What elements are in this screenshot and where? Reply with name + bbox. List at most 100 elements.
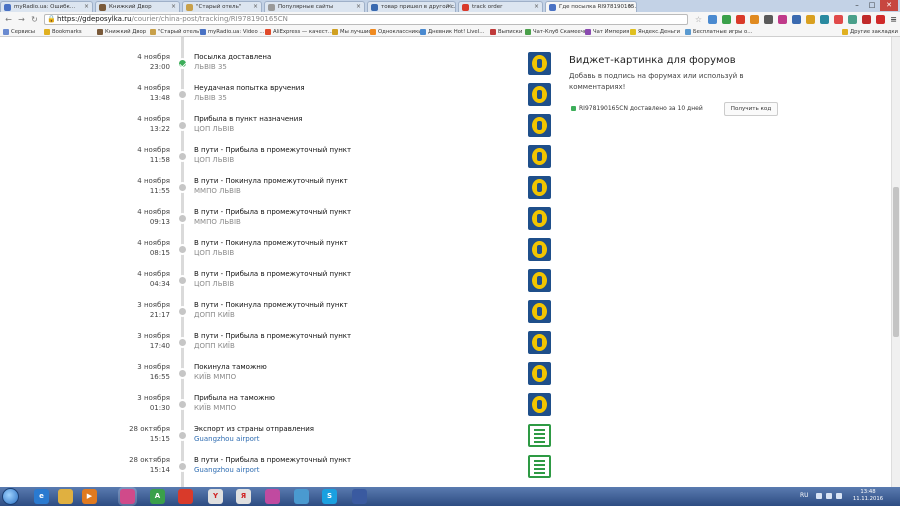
extension-icon[interactable] [736, 15, 745, 24]
volume-icon[interactable] [836, 493, 842, 499]
bookmark-item[interactable]: AliExpress — качест... [265, 27, 333, 37]
bookmark-item[interactable]: Bookmarks [44, 27, 82, 37]
ukrposhta-logo-icon [528, 238, 551, 261]
extension-icon[interactable] [848, 15, 857, 24]
app-icon[interactable] [352, 489, 367, 504]
app-icon[interactable] [294, 489, 309, 504]
network-icon[interactable] [826, 493, 832, 499]
tab-close-icon[interactable]: × [534, 2, 539, 12]
event-location[interactable]: Guangzhou airport [194, 465, 514, 475]
extension-icon[interactable] [708, 15, 717, 24]
bookmark-favicon-icon [3, 29, 9, 35]
forward-icon[interactable]: → [16, 14, 27, 25]
window-close-button[interactable]: ✕ [880, 0, 898, 11]
bookmarks-bar: Сервисы Bookmarks Книжкий Двор "Старый отел… [0, 27, 900, 37]
event-datetime: 4 ноября 13:22 [137, 114, 170, 134]
event-datetime: 4 ноября 04:34 [137, 269, 170, 289]
taskbar-clock[interactable]: 13:48 11.11.2016 [848, 489, 888, 503]
bookmark-item[interactable]: Бесплатные игры о... [685, 27, 752, 37]
extension-icon[interactable] [792, 15, 801, 24]
extension-icon[interactable] [820, 15, 829, 24]
bookmark-item[interactable]: Выписки [490, 27, 522, 37]
tray-icon[interactable] [816, 493, 822, 499]
bookmark-item[interactable]: Чат-Клуб Скамеечка [525, 27, 590, 37]
bookmark-item[interactable]: Сервисы [3, 27, 35, 37]
menu-icon[interactable]: ≡ [889, 15, 898, 24]
start-button[interactable] [2, 488, 19, 505]
tab-close-icon[interactable]: × [356, 2, 361, 12]
bookmark-item[interactable]: Одноклассники [370, 27, 422, 37]
event-details: Неудачная попытка вручения ЛЬВІВ 35 [194, 83, 514, 103]
internet-explorer-icon[interactable]: e [34, 489, 49, 504]
yandex-icon[interactable]: Я [236, 489, 251, 504]
browser-tab[interactable]: товар пришел в другой с... × [367, 1, 456, 12]
event-status: В пути - Прибыла в промежуточный пункт [194, 332, 352, 340]
browser-tab[interactable]: Популярные сайты × [264, 1, 365, 12]
bookmark-label: Чат-Клуб Скамеечка [533, 29, 591, 35]
browser-tab[interactable]: track order × [458, 1, 543, 12]
event-location[interactable]: Guangzhou airport [194, 434, 514, 444]
chrome-icon[interactable] [178, 489, 193, 504]
app-icon[interactable]: A [150, 489, 165, 504]
reload-icon[interactable]: ↻ [29, 14, 40, 25]
window-minimize-button[interactable]: – [850, 0, 864, 11]
yandex-browser-icon[interactable]: Y [208, 489, 223, 504]
bookmark-item[interactable]: "Старый отель" [150, 27, 202, 37]
badge-status-icon [571, 106, 576, 111]
event-location: ММПО ЛЬВІВ [194, 187, 241, 195]
media-player-icon[interactable]: ▶ [82, 489, 97, 504]
page-scrollbar[interactable] [891, 37, 900, 487]
tab-close-icon[interactable]: × [447, 2, 452, 12]
extension-icon[interactable] [862, 15, 871, 24]
bookmark-favicon-icon [842, 29, 848, 35]
browser-tab[interactable]: "Старый отель" × [182, 1, 262, 12]
skype-icon[interactable]: S [322, 489, 337, 504]
tracking-event: 4 ноября 13:48 Неудачная попытка вручения Л… [0, 83, 560, 114]
language-indicator[interactable]: RU [800, 492, 809, 499]
event-datetime: 3 ноября 01:30 [137, 393, 170, 413]
app-icon[interactable] [265, 489, 280, 504]
browser-tab[interactable]: myRadio.ua: Ошибк... × [0, 1, 93, 12]
extension-icon[interactable] [750, 15, 759, 24]
browser-tab[interactable]: Книжкий Двор × [95, 1, 180, 12]
bookmark-item[interactable]: Яндекс.Деньги [630, 27, 680, 37]
bookmark-item[interactable]: Мы лучшие! [332, 27, 374, 37]
event-location: ЦОП ЛЬВІВ [194, 280, 235, 288]
browser-tab[interactable]: Где посылка RI978190165... × [545, 1, 637, 12]
event-date: 4 ноября [137, 53, 170, 61]
bookmark-item[interactable]: Другие закладки [842, 27, 898, 37]
bookmark-favicon-icon [585, 29, 591, 35]
browser-app-icon[interactable] [120, 489, 135, 504]
event-details: В пути - Прибыла в промежуточный пункт ЦО… [194, 269, 514, 289]
extension-icon[interactable] [722, 15, 731, 24]
tab-close-icon[interactable]: × [171, 2, 176, 12]
tab-close-icon[interactable]: × [628, 2, 633, 12]
event-datetime: 4 ноября 08:15 [137, 238, 170, 258]
tab-favicon-icon [99, 4, 106, 11]
bookmark-favicon-icon [685, 29, 691, 35]
extension-icon[interactable] [834, 15, 843, 24]
event-details: В пути - Прибыла в промежуточный пункт ДО… [194, 331, 514, 351]
back-icon[interactable]: ← [3, 14, 14, 25]
tab-close-icon[interactable]: × [253, 2, 258, 12]
event-datetime: 4 ноября 11:58 [137, 145, 170, 165]
bookmark-label: Bookmarks [52, 29, 82, 35]
bookmark-label: Книжкий Двор [105, 29, 147, 35]
bookmark-item[interactable]: Книжкий Двор [97, 27, 146, 37]
extension-icon[interactable] [876, 15, 885, 24]
extension-icon[interactable] [778, 15, 787, 24]
event-location: ЛЬВІВ 35 [194, 94, 227, 102]
file-explorer-icon[interactable] [58, 489, 73, 504]
window-maximize-button[interactable]: □ [865, 0, 879, 11]
bookmark-item[interactable]: myRadio.ua: Video ... [200, 27, 264, 37]
bookmark-item[interactable]: Чат Империя [585, 27, 629, 37]
extension-icon[interactable] [806, 15, 815, 24]
tab-title: товар пришел в другой с... [381, 4, 456, 10]
scrollbar-thumb[interactable] [893, 187, 899, 337]
bookmark-star-icon[interactable]: ☆ [694, 15, 703, 24]
get-code-button[interactable]: Получить код [724, 102, 778, 116]
tab-close-icon[interactable]: × [84, 2, 89, 12]
bookmark-item[interactable]: Дневник Hot! LiveI... [420, 27, 484, 37]
extension-icon[interactable] [764, 15, 773, 24]
address-bar[interactable]: 🔒 https://gdeposylka.ru/courier/china-po… [44, 14, 688, 25]
